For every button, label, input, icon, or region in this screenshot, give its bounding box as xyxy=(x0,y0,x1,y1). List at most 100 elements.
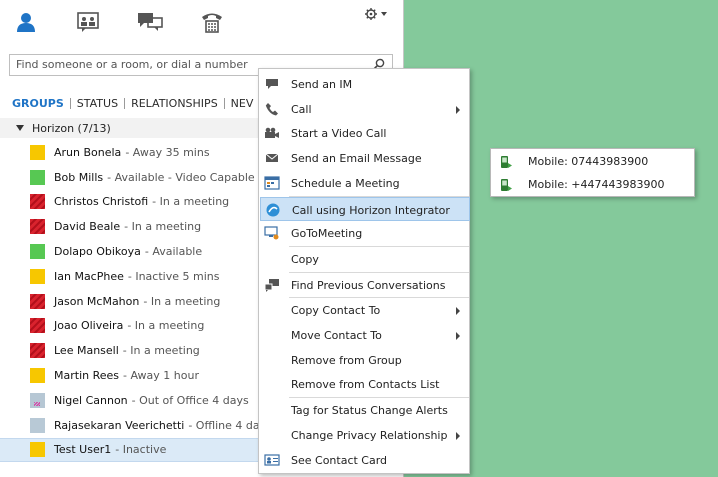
menu-item-label: Call xyxy=(291,102,312,116)
contact-status: - Away 35 mins xyxy=(125,145,210,159)
tab-status[interactable]: STATUS xyxy=(71,97,126,109)
submenu-arrow-icon xyxy=(456,307,460,316)
menu-item-gotomeeting[interactable]: GoToMeeting xyxy=(260,221,470,246)
contact-status: - In a meeting xyxy=(124,220,202,234)
contact-status: - In a meeting xyxy=(143,294,221,308)
top-toolbar xyxy=(0,0,404,48)
conversations-icon[interactable] xyxy=(74,10,102,34)
menu-item-label: Send an Email Message xyxy=(291,152,422,166)
contact-status: - In a meeting xyxy=(127,319,205,333)
contact-context-menu: Send an IM Call Start a Video Call Send … xyxy=(258,68,470,474)
contact-name: Rajasekaran Veerichetti xyxy=(54,418,185,432)
contact-status: - In a meeting xyxy=(122,344,200,358)
submenu-item-mobile[interactable]: Mobile: 07443983900 xyxy=(492,150,694,173)
presence-busy-icon xyxy=(30,219,45,235)
conversation-history-icon xyxy=(264,278,280,292)
group-label: Horizon (7/13) xyxy=(32,121,111,135)
contact-name: Christos Christofi xyxy=(54,195,149,209)
im-icon xyxy=(264,77,280,91)
menu-item-tag-status-alerts[interactable]: Tag for Status Change Alerts xyxy=(260,398,470,423)
phone-handset-icon xyxy=(264,102,280,116)
presence-available-icon xyxy=(30,169,45,185)
menu-item-schedule-meeting[interactable]: Schedule a Meeting xyxy=(260,171,470,196)
call-submenu: Mobile: 07443983900 Mobile: +44744398390… xyxy=(490,148,695,197)
menu-item-label: GoToMeeting xyxy=(291,227,363,241)
mobile-phone-icon xyxy=(499,178,513,192)
phone-icon[interactable] xyxy=(198,10,226,34)
menu-item-label: Remove from Group xyxy=(291,353,402,367)
contact-name: Arun Bonela xyxy=(54,145,122,159)
menu-item-label: Call using Horizon Integrator xyxy=(292,203,450,217)
menu-item-send-email[interactable]: Send an Email Message xyxy=(260,146,470,171)
submenu-item-label: Mobile: +447443983900 xyxy=(528,178,665,191)
menu-item-remove-from-group[interactable]: Remove from Group xyxy=(260,348,470,373)
presence-away-icon xyxy=(30,268,45,284)
submenu-arrow-icon xyxy=(456,105,460,114)
contact-name: Lee Mansell xyxy=(54,344,119,358)
presence-busy-icon xyxy=(30,343,45,359)
horizon-icon xyxy=(265,203,281,217)
contact-status: - In a meeting xyxy=(152,195,230,209)
contact-name: Test User1 xyxy=(54,443,112,457)
menu-item-label: Copy Contact To xyxy=(291,304,381,318)
contact-name: Dolapo Obikoya xyxy=(54,245,141,259)
menu-item-label: Start a Video Call xyxy=(291,127,387,141)
contact-name: Bob Mills xyxy=(54,170,104,184)
contact-name: Nigel Cannon xyxy=(54,393,128,407)
collapse-triangle-icon[interactable] xyxy=(16,125,24,131)
menu-item-call[interactable]: Call xyxy=(260,97,470,122)
menu-item-call-horizon-integrator[interactable]: Call using Horizon Integrator xyxy=(260,196,470,222)
contact-status: - Available xyxy=(144,245,203,259)
gotomeeting-icon xyxy=(264,226,280,240)
presence-busy-icon xyxy=(30,194,45,210)
search-placeholder: Find someone or a room, or dial a number xyxy=(16,58,248,71)
contact-name: Jason McMahon xyxy=(54,294,140,308)
presence-away-icon xyxy=(30,144,45,160)
menu-item-copy-contact-to[interactable]: Copy Contact To xyxy=(260,298,470,323)
presence-away-icon xyxy=(30,368,45,384)
menu-item-send-im[interactable]: Send an IM xyxy=(260,72,470,97)
presence-away-icon xyxy=(30,442,45,458)
chat-icon[interactable] xyxy=(136,10,164,34)
contact-name: Joao Oliveira xyxy=(54,319,124,333)
calendar-icon xyxy=(264,176,280,190)
tab-new[interactable]: NEV xyxy=(225,98,260,109)
presence-out-of-office-icon xyxy=(30,392,45,408)
tab-groups[interactable]: GROUPS xyxy=(12,97,71,109)
contact-status: - Away 1 hour xyxy=(123,369,199,383)
contact-status: - Available - Video Capable xyxy=(107,170,255,184)
contact-status: - Inactive 5 mins xyxy=(127,269,220,283)
menu-item-label: Tag for Status Change Alerts xyxy=(291,404,448,418)
presence-available-icon xyxy=(30,244,45,260)
screen: Find someone or a room, or dial a number… xyxy=(0,0,718,477)
contact-view-tabs: GROUPS STATUS RELATIONSHIPS NEV xyxy=(12,95,259,111)
contact-name: Ian MacPhee xyxy=(54,269,124,283)
contact-card-icon xyxy=(264,453,280,467)
menu-item-remove-from-contacts-list[interactable]: Remove from Contacts List xyxy=(260,372,470,397)
menu-item-see-contact-card[interactable]: See Contact Card xyxy=(260,448,470,473)
submenu-arrow-icon xyxy=(456,332,460,340)
contact-name: Martin Rees xyxy=(54,369,120,383)
contact-status: - Offline 4 day xyxy=(188,418,267,432)
menu-item-label: Find Previous Conversations xyxy=(291,278,446,292)
contacts-icon[interactable] xyxy=(12,10,40,34)
contact-status: - Inactive xyxy=(115,443,167,457)
options-gear-icon[interactable] xyxy=(364,6,390,22)
menu-item-label: Change Privacy Relationship xyxy=(291,428,448,442)
submenu-item-label: Mobile: 07443983900 xyxy=(528,155,649,168)
presence-offline-icon xyxy=(30,417,45,433)
menu-item-change-privacy-relationship[interactable]: Change Privacy Relationship xyxy=(260,423,470,448)
submenu-item-mobile[interactable]: Mobile: +447443983900 xyxy=(492,173,694,196)
tab-relationships[interactable]: RELATIONSHIPS xyxy=(125,97,225,109)
contact-name: David Beale xyxy=(54,220,121,234)
menu-item-video-call[interactable]: Start a Video Call xyxy=(260,121,470,146)
menu-item-move-contact-to[interactable]: Move Contact To xyxy=(260,323,470,348)
menu-item-label: Copy xyxy=(291,252,319,266)
mobile-phone-icon xyxy=(499,155,513,169)
menu-item-label: Send an IM xyxy=(291,78,353,91)
menu-item-find-previous-conversations[interactable]: Find Previous Conversations xyxy=(260,273,470,298)
menu-item-label: Move Contact To xyxy=(291,329,382,342)
submenu-arrow-icon xyxy=(456,431,460,440)
video-camera-icon xyxy=(264,126,280,140)
menu-item-copy[interactable]: Copy xyxy=(260,247,470,272)
